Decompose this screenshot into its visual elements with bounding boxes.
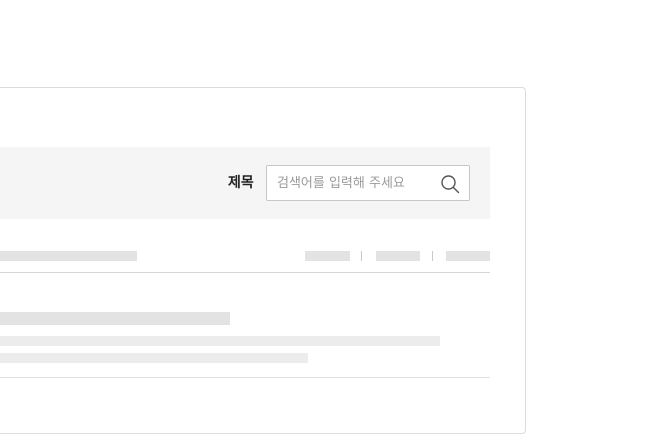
list-header-meta-placeholder bbox=[376, 251, 420, 261]
list-item-title-placeholder[interactable] bbox=[0, 312, 230, 325]
search-box[interactable] bbox=[266, 165, 470, 201]
list-header-divider bbox=[0, 272, 490, 273]
list-item-text-placeholder bbox=[0, 353, 308, 363]
list-header-meta-placeholder bbox=[305, 251, 350, 261]
list-header-title-placeholder bbox=[0, 251, 137, 261]
list-item-text-placeholder bbox=[0, 336, 440, 346]
list-header-meta-placeholder bbox=[446, 251, 490, 261]
search-icon[interactable] bbox=[440, 174, 460, 194]
meta-divider bbox=[432, 251, 433, 261]
list-item-divider bbox=[0, 377, 490, 378]
search-field-label: 제목 bbox=[228, 175, 254, 191]
search-input[interactable] bbox=[277, 166, 437, 200]
meta-divider bbox=[361, 251, 362, 261]
